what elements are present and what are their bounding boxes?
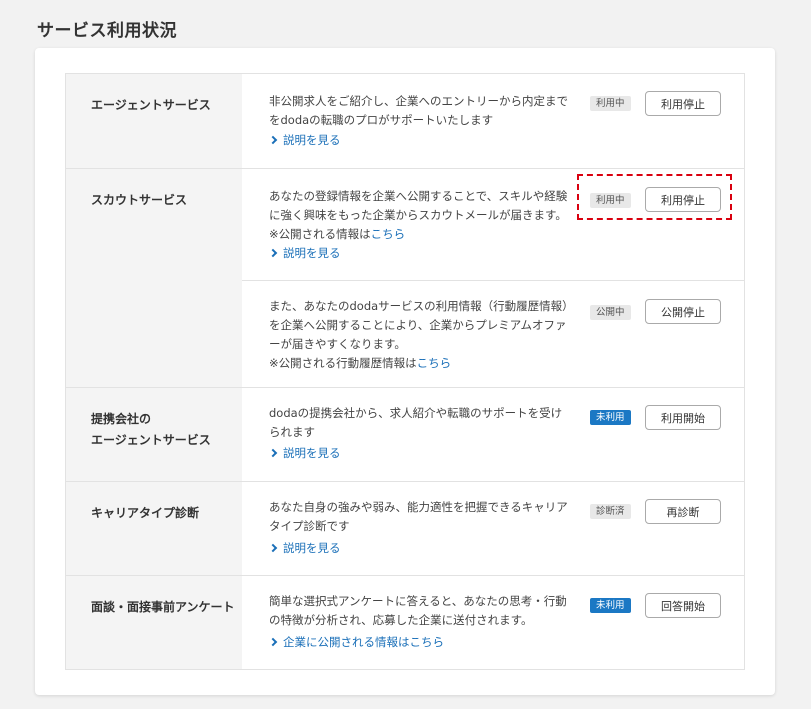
more-link[interactable]: 説明を見る xyxy=(268,540,341,556)
stop-service-button[interactable]: 利用停止 xyxy=(645,91,721,116)
service-cell: あなた自身の強みや弱み、能力適性を把握できるキャリアタイプ診断です 説明を見る … xyxy=(242,482,744,576)
chevron-right-icon xyxy=(268,637,278,647)
status-badge: 未利用 xyxy=(590,410,631,425)
service-cell: 非公開求人をご紹介し、企業へのエントリーから内定までをdodaの転職のプロがサポ… xyxy=(242,74,744,169)
service-description: 非公開求人をご紹介し、企業へのエントリーから内定までをdodaの転職のプロがサポ… xyxy=(269,94,568,127)
status-badge: 利用中 xyxy=(590,96,631,111)
rediagnose-button[interactable]: 再診断 xyxy=(645,499,721,524)
service-name-line2: エージェントサービス xyxy=(91,433,211,447)
service-cell: dodaの提携会社から、求人紹介や転職のサポートを受けられます 説明を見る 未利… xyxy=(242,388,744,482)
more-link[interactable]: 説明を見る xyxy=(268,132,341,148)
more-link-label: 企業に公開される情報はこちら xyxy=(283,635,444,649)
service-name: 提携会社の エージェントサービス xyxy=(91,409,211,451)
service-description: あなた自身の強みや弱み、能力適性を把握できるキャリアタイプ診断です xyxy=(269,500,568,533)
stop-publish-button[interactable]: 公開停止 xyxy=(645,299,721,324)
behavior-history-cell: また、あなたのdodaサービスの利用情報（行動履歴情報）を企業へ公開することによ… xyxy=(242,281,744,388)
status-badge: 未利用 xyxy=(590,598,631,613)
service-description: dodaの提携会社から、求人紹介や転職のサポートを受けられます xyxy=(269,406,563,439)
description-text: あなたの登録情報を企業へ公開することで、スキルや経験に強く興味をもった企業からス… xyxy=(269,189,573,241)
more-link-label: 説明を見る xyxy=(283,133,341,147)
description-text: また、あなたのdodaサービスの利用情報（行動履歴情報）を企業へ公開することによ… xyxy=(269,299,568,351)
row-scout-service: スカウトサービス あなたの登録情報を企業へ公開することで、スキルや経験に強く興味… xyxy=(66,169,744,388)
service-description: 簡単な選択式アンケートに答えると、あなたの思考・行動の特徴が分析され、応募した企… xyxy=(269,594,567,627)
row-agent-service: エージェントサービス 非公開求人をご紹介し、企業へのエントリーから内定までをdo… xyxy=(66,74,744,169)
status-badge: 利用中 xyxy=(590,193,631,208)
chevron-right-icon xyxy=(268,135,278,145)
more-link[interactable]: 説明を見る xyxy=(268,445,341,461)
service-table: エージェントサービス 非公開求人をご紹介し、企業へのエントリーから内定までをdo… xyxy=(65,73,745,670)
row-header: キャリアタイプ診断 xyxy=(66,482,242,575)
chevron-right-icon xyxy=(268,448,278,458)
service-name-line1: 提携会社の xyxy=(91,412,152,426)
info-link[interactable]: こちら xyxy=(417,356,452,370)
service-name: エージェントサービス xyxy=(91,98,211,112)
chevron-right-icon xyxy=(268,248,278,258)
row-header: スカウトサービス xyxy=(66,169,242,387)
page-title: サービス利用状況 xyxy=(37,21,177,41)
row-partner-agent-service: 提携会社の エージェントサービス dodaの提携会社から、求人紹介や転職のサポー… xyxy=(66,388,744,482)
service-name: 面談・面接事前アンケート xyxy=(91,600,235,614)
service-description: あなたの登録情報を企業へ公開することで、スキルや経験に強く興味をもった企業からス… xyxy=(269,187,573,244)
more-link-label: 説明を見る xyxy=(283,446,341,460)
row-interview-survey: 面談・面接事前アンケート 簡単な選択式アンケートに答えると、あなたの思考・行動の… xyxy=(66,576,744,669)
stop-service-button[interactable]: 利用停止 xyxy=(645,187,721,212)
more-link-label: 説明を見る xyxy=(283,246,341,260)
info-link[interactable]: こちら xyxy=(371,227,406,241)
more-link[interactable]: 説明を見る xyxy=(268,245,341,261)
start-survey-button[interactable]: 回答開始 xyxy=(645,593,721,618)
more-link-label: 説明を見る xyxy=(283,541,341,555)
row-header: エージェントサービス xyxy=(66,74,242,168)
start-service-button[interactable]: 利用開始 xyxy=(645,405,721,430)
service-cell: あなたの登録情報を企業へ公開することで、スキルや経験に強く興味をもった企業からス… xyxy=(242,169,744,281)
row-header: 面談・面接事前アンケート xyxy=(66,576,242,669)
row-career-type-diagnosis: キャリアタイプ診断 あなた自身の強みや弱み、能力適性を把握できるキャリアタイプ診… xyxy=(66,482,744,576)
service-cell: 簡単な選択式アンケートに答えると、あなたの思考・行動の特徴が分析され、応募した企… xyxy=(242,576,744,669)
description-note: ※公開される行動履歴情報は xyxy=(269,356,417,370)
service-name: スカウトサービス xyxy=(91,193,188,207)
more-link[interactable]: 企業に公開される情報はこちら xyxy=(268,634,444,650)
chevron-right-icon xyxy=(268,543,278,553)
status-badge: 公開中 xyxy=(590,305,631,320)
row-header: 提携会社の エージェントサービス xyxy=(66,388,242,481)
status-badge: 診断済 xyxy=(590,504,631,519)
service-name: キャリアタイプ診断 xyxy=(91,506,200,520)
behavior-history-description: また、あなたのdodaサービスの利用情報（行動履歴情報）を企業へ公開することによ… xyxy=(269,297,569,373)
